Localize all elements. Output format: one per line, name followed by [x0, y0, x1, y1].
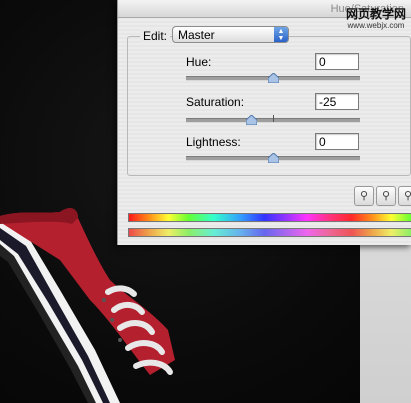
edit-dropdown-value: Master — [178, 28, 215, 42]
edit-label: Edit: — [140, 29, 171, 43]
saturation-slider-thumb[interactable] — [245, 115, 257, 125]
lightness-input[interactable]: 0 — [315, 133, 359, 150]
saturation-input[interactable]: -25 — [315, 93, 359, 110]
hue-saturation-dialog: Hue/Saturation 网页教学网 www.webjx.com Edit:… — [117, 0, 411, 245]
lightness-slider-thumb[interactable] — [267, 153, 279, 163]
watermark-line1: 网页教学网 — [345, 7, 406, 21]
output-color-bar[interactable] — [128, 228, 411, 237]
eyedropper-plus-icon[interactable]: ⚲ — [376, 186, 396, 206]
document-window-edge — [360, 245, 411, 403]
saturation-label: Saturation: — [186, 95, 245, 109]
hue-label: Hue: — [186, 55, 212, 69]
saturation-center-tick — [273, 115, 274, 122]
eyedropper-minus-icon[interactable]: ⚲ — [398, 186, 411, 206]
edit-dropdown[interactable]: Master ▲ ▼ — [172, 26, 289, 43]
updown-arrows-icon: ▲ ▼ — [274, 27, 288, 42]
hue-input[interactable]: 0 — [315, 53, 359, 70]
watermark-logo: 网页教学网 www.webjx.com — [345, 7, 406, 31]
input-color-bar — [128, 213, 411, 222]
watermark-line2: www.webjx.com — [347, 21, 405, 30]
hue-slider-thumb[interactable] — [267, 73, 279, 83]
lightness-label: Lightness: — [186, 135, 241, 149]
eyedropper-icon[interactable]: ⚲ — [354, 186, 374, 206]
